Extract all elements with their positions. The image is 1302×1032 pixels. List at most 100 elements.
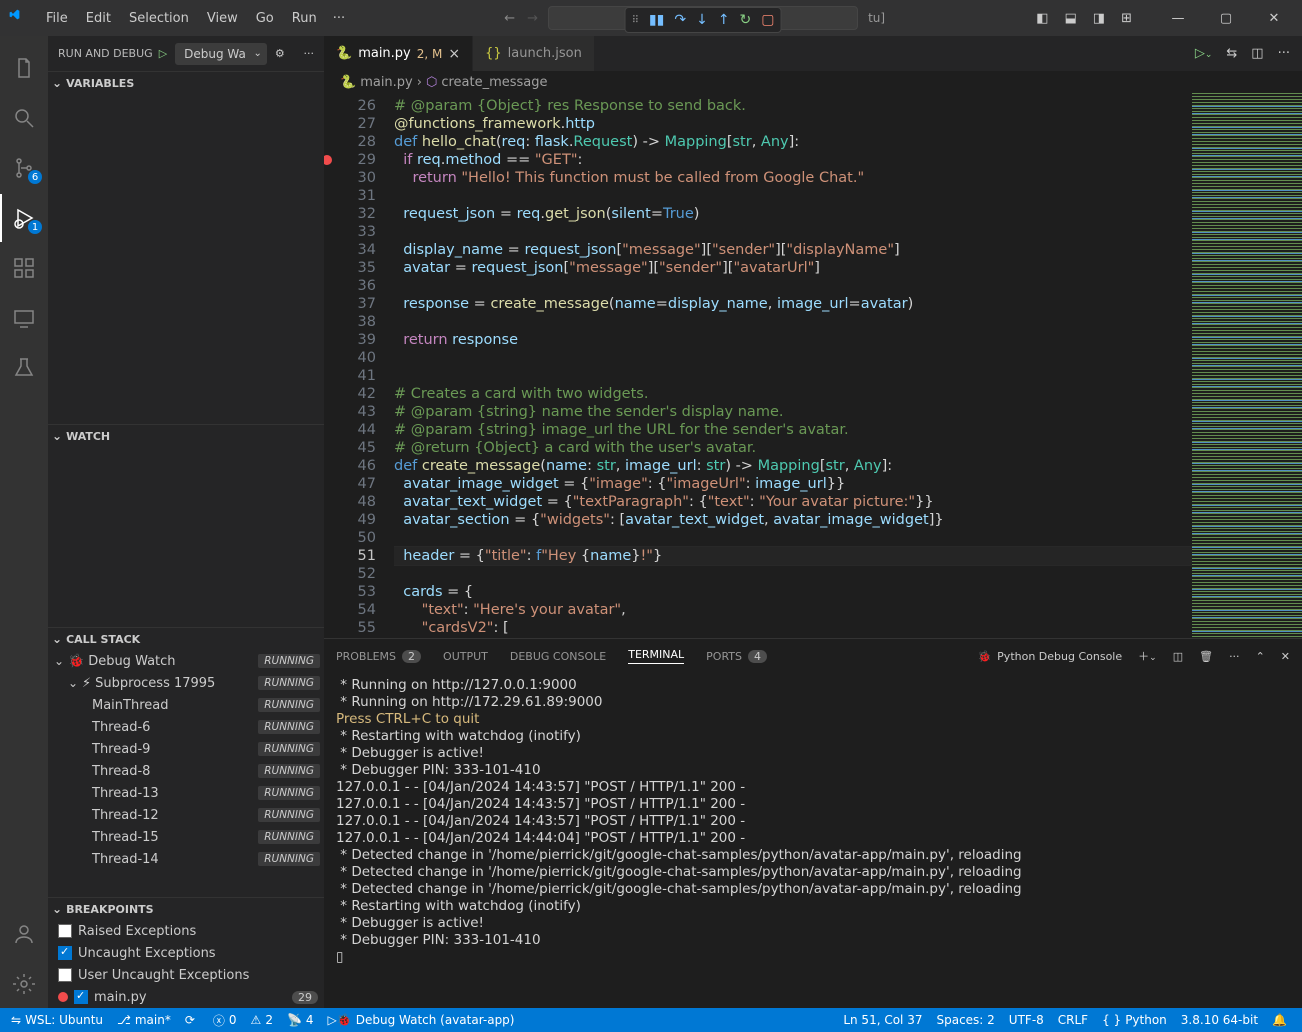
close-window-icon[interactable]: ✕ — [1254, 3, 1294, 33]
panel-tab-ports[interactable]: PORTS4 — [706, 650, 767, 663]
status-braces[interactable]: { }Python — [1095, 1008, 1174, 1032]
terminal-profile[interactable]: 🐞 Python Debug Console — [977, 650, 1122, 663]
menu-go[interactable]: Go — [248, 7, 282, 30]
layout-toggle-left-icon[interactable]: ◧ — [1036, 11, 1048, 26]
pause-icon[interactable]: ▮▮ — [649, 12, 664, 28]
drag-handle-icon[interactable]: ⠿ — [632, 15, 639, 26]
breakpoint-row[interactable]: Uncaught Exceptions — [48, 942, 324, 964]
status-debug[interactable]: ▷🐞Debug Watch (avatar-app) — [321, 1008, 522, 1032]
split-editor-icon[interactable]: ◫ — [1251, 46, 1263, 61]
status-radio[interactable]: 📡4 — [280, 1008, 321, 1032]
callstack-header[interactable]: ⌄CALL STACK — [48, 628, 324, 650]
sidebar-header: RUN AND DEBUG ▷ Debug Wa ⌄ ⚙ ··· — [48, 36, 324, 71]
panel-maximize-icon[interactable]: ⌃ — [1256, 650, 1265, 663]
thread-row[interactable]: Thread-9RUNNING — [48, 738, 324, 760]
restart-icon[interactable]: ↻ — [740, 12, 752, 28]
new-terminal-icon[interactable]: ＋⌄ — [1138, 648, 1157, 664]
account-icon[interactable] — [0, 910, 48, 958]
run-file-icon[interactable]: ▷⌄ — [1195, 46, 1213, 61]
menu-selection[interactable]: Selection — [121, 7, 197, 30]
thread-row[interactable]: MainThreadRUNNING — [48, 694, 324, 716]
kill-terminal-icon[interactable]: 🗑 — [1199, 650, 1213, 663]
status-utf-8[interactable]: UTF-8 — [1002, 1008, 1051, 1032]
status-spaces-2[interactable]: Spaces: 2 — [929, 1008, 1001, 1032]
status-ln-51-col-37[interactable]: Ln 51, Col 37 — [836, 1008, 929, 1032]
panel-tab-terminal[interactable]: TERMINAL — [628, 648, 684, 664]
callstack-root[interactable]: ⌄🐞Debug WatchRUNNING — [48, 650, 324, 672]
code-editor[interactable]: 2627282930313233343536373839404142434445… — [324, 93, 1302, 638]
checkbox[interactable] — [74, 990, 88, 1004]
layout-toggle-bottom-icon[interactable]: ⬓ — [1065, 11, 1077, 26]
debug-toolbar[interactable]: ⠿ ▮▮ ↷ ↓ ↑ ↻ ▢ — [625, 7, 782, 33]
checkbox[interactable] — [58, 968, 72, 982]
checkbox[interactable] — [58, 924, 72, 938]
thread-row[interactable]: Thread-15RUNNING — [48, 826, 324, 848]
status-crlf[interactable]: CRLF — [1051, 1008, 1095, 1032]
split-terminal-icon[interactable]: ◫ — [1173, 650, 1183, 663]
maximize-icon[interactable]: ▢ — [1206, 3, 1246, 33]
start-debug-icon[interactable]: ▷ — [159, 47, 167, 60]
extensions-icon[interactable] — [0, 244, 48, 292]
launch-config-select[interactable]: Debug Wa ⌄ — [175, 43, 267, 65]
layout-customize-icon[interactable]: ⊞ — [1121, 11, 1132, 26]
more-icon[interactable]: ··· — [304, 47, 315, 60]
variables-header[interactable]: ⌄VARIABLES — [48, 72, 324, 94]
terminal-output[interactable]: * Running on http://127.0.0.1:9000 * Run… — [324, 673, 1302, 1008]
panel-more-icon[interactable]: ··· — [1229, 650, 1240, 663]
step-out-icon[interactable]: ↑ — [718, 12, 730, 28]
stop-icon[interactable]: ▢ — [761, 12, 774, 28]
nav-back-icon[interactable]: ← — [504, 11, 515, 26]
gear-icon[interactable]: ⚙ — [275, 47, 285, 60]
test-icon[interactable] — [0, 344, 48, 392]
close-tab-icon[interactable]: × — [448, 46, 460, 62]
panel-tab-debug-console[interactable]: DEBUG CONSOLE — [510, 650, 606, 663]
checkbox[interactable] — [58, 946, 72, 960]
breadcrumb[interactable]: 🐍 main.py › ⬡ create_message — [324, 71, 1302, 93]
remote-explorer-icon[interactable] — [0, 294, 48, 342]
thread-row[interactable]: Thread-14RUNNING — [48, 848, 324, 870]
menu-view[interactable]: View — [199, 7, 246, 30]
tab-more-icon[interactable]: ··· — [1278, 46, 1290, 61]
tab-launch-json[interactable]: {}launch.json — [473, 36, 595, 71]
menu-run[interactable]: Run — [284, 7, 325, 30]
breakpoint-row[interactable]: Raised Exceptions — [48, 920, 324, 942]
status-branch[interactable]: ⎇main* — [110, 1008, 178, 1032]
breadcrumb-symbol[interactable]: create_message — [441, 75, 547, 90]
tab-main-py[interactable]: 🐍main.py2, M× — [324, 36, 473, 71]
thread-row[interactable]: Thread-13RUNNING — [48, 782, 324, 804]
minimize-icon[interactable]: — — [1158, 3, 1198, 33]
source-control-icon[interactable]: 6 — [0, 144, 48, 192]
status-remote[interactable]: ⇋WSL: Ubuntu — [4, 1008, 110, 1032]
breakpoint-row[interactable]: main.py29 — [48, 986, 324, 1008]
panel-tab-output[interactable]: OUTPUT — [443, 650, 488, 663]
step-in-icon[interactable]: ↓ — [696, 12, 708, 28]
run-debug-icon[interactable]: 1 — [0, 194, 48, 242]
status-warn[interactable]: ⚠2 — [244, 1008, 280, 1032]
settings-gear-icon[interactable] — [0, 960, 48, 1008]
callstack-subprocess[interactable]: ⌄⚡Subprocess 17995RUNNING — [48, 672, 324, 694]
status-sync[interactable]: ⟳ — [178, 1008, 206, 1032]
nav-forward-icon[interactable]: → — [527, 11, 538, 26]
thread-row[interactable]: Thread-8RUNNING — [48, 760, 324, 782]
menu-edit[interactable]: Edit — [78, 7, 119, 30]
explorer-icon[interactable] — [0, 44, 48, 92]
breakpoints-header[interactable]: ⌄BREAKPOINTS — [48, 898, 324, 920]
status-err[interactable]: ⓧ0 — [206, 1008, 244, 1032]
panel-tab-problems[interactable]: PROBLEMS2 — [336, 650, 421, 663]
panel-close-icon[interactable]: ✕ — [1281, 650, 1290, 663]
minimap[interactable] — [1192, 93, 1302, 638]
thread-row[interactable]: Thread-6RUNNING — [48, 716, 324, 738]
step-over-icon[interactable]: ↷ — [674, 12, 686, 28]
breakpoint-row[interactable]: User Uncaught Exceptions — [48, 964, 324, 986]
layout-toggle-right-icon[interactable]: ◨ — [1093, 11, 1105, 26]
menu-file[interactable]: File — [38, 7, 76, 30]
status-bell[interactable]: 🔔 — [1265, 1008, 1298, 1032]
thread-row[interactable]: Thread-12RUNNING — [48, 804, 324, 826]
menu-overflow-icon[interactable]: ··· — [325, 7, 353, 30]
debug-config-icon[interactable]: ⇆ — [1226, 46, 1237, 61]
watch-header[interactable]: ⌄WATCH — [48, 425, 324, 447]
search-icon[interactable] — [0, 94, 48, 142]
command-center[interactable]: ⠿ ▮▮ ↷ ↓ ↑ ↻ ▢ — [548, 6, 858, 30]
status-3-8-10-64-bit[interactable]: 3.8.10 64-bit — [1174, 1008, 1265, 1032]
breadcrumb-file[interactable]: main.py — [360, 75, 413, 90]
